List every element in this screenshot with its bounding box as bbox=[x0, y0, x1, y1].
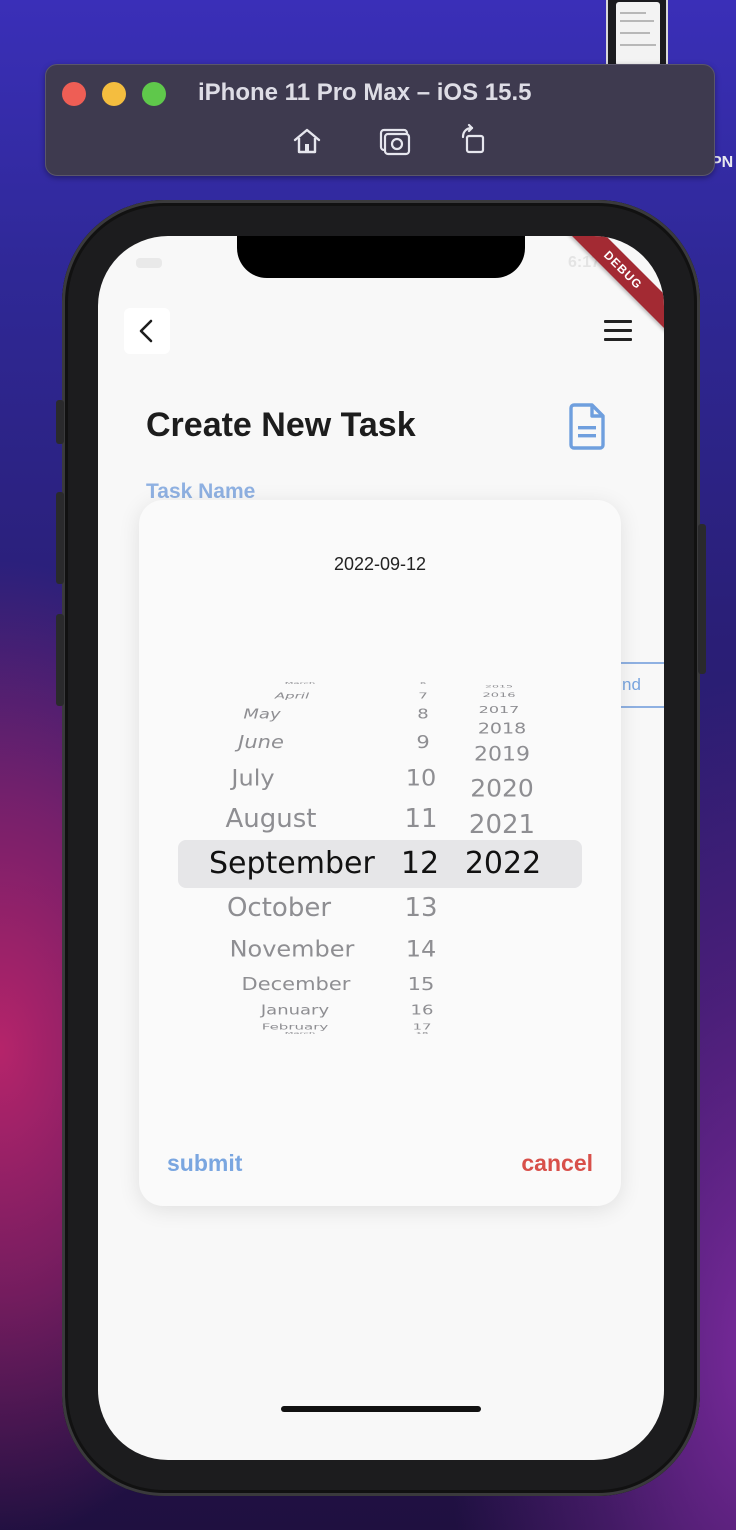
debug-banner: DEBUG bbox=[561, 236, 664, 332]
day-item[interactable]: 14 bbox=[401, 936, 441, 962]
year-item[interactable]: 2021 bbox=[463, 810, 541, 840]
date-picker-dialog: 2022-09-12 March April May June July Aug… bbox=[139, 500, 621, 1206]
month-item[interactable]: November bbox=[217, 936, 367, 962]
hamburger-icon bbox=[604, 320, 632, 341]
mute-switch bbox=[56, 400, 64, 444]
app-screen: 6:17 DEBUG Create New Task Task Name nd bbox=[98, 236, 664, 1460]
home-indicator[interactable] bbox=[281, 1406, 481, 1412]
year-item[interactable]: 2018 bbox=[467, 720, 537, 737]
year-item[interactable]: 2017 bbox=[467, 704, 531, 716]
screenshot-button[interactable] bbox=[377, 123, 413, 159]
simulator-toolbar: iPhone 11 Pro Max – iOS 15.5 bbox=[45, 64, 715, 176]
chevron-left-icon bbox=[139, 319, 153, 343]
day-item[interactable]: 7 bbox=[408, 691, 438, 701]
thumbnail-line bbox=[620, 20, 654, 22]
signal-indicator bbox=[136, 258, 162, 268]
year-item[interactable]: 2016 bbox=[467, 692, 531, 699]
volume-up-button bbox=[56, 492, 64, 584]
minimize-window-button[interactable] bbox=[102, 82, 126, 106]
thumbnail-line bbox=[620, 32, 650, 34]
selected-date-text: 2022-09-12 bbox=[333, 554, 427, 574]
rotate-icon bbox=[461, 123, 485, 154]
month-item[interactable]: June bbox=[201, 732, 321, 752]
year-item[interactable]: 2015 bbox=[467, 685, 531, 689]
phone-frame: 6:17 DEBUG Create New Task Task Name nd bbox=[56, 200, 706, 1496]
year-item[interactable]: 2019 bbox=[465, 743, 539, 766]
month-item[interactable]: March bbox=[240, 1032, 360, 1035]
zoom-window-button[interactable] bbox=[142, 82, 166, 106]
home-button[interactable] bbox=[289, 123, 325, 159]
month-item[interactable]: April bbox=[232, 691, 352, 701]
volume-down-button bbox=[56, 614, 64, 706]
simulator-title: iPhone 11 Pro Max – iOS 15.5 bbox=[198, 79, 532, 106]
day-item[interactable]: 11 bbox=[401, 804, 441, 833]
month-item-selected[interactable]: September bbox=[209, 846, 375, 881]
day-item[interactable]: 13 bbox=[401, 893, 441, 922]
month-item[interactable]: December bbox=[225, 974, 367, 994]
document-icon bbox=[569, 403, 605, 450]
thumbnail-preview bbox=[616, 2, 660, 66]
menu-button[interactable] bbox=[604, 320, 632, 344]
month-item[interactable]: May bbox=[202, 707, 322, 722]
page-title: Create New Task bbox=[146, 406, 416, 444]
window-thumbnail[interactable] bbox=[606, 0, 668, 70]
day-item[interactable]: 18 bbox=[407, 1032, 437, 1035]
day-item[interactable]: 15 bbox=[403, 974, 439, 994]
month-item[interactable]: October bbox=[209, 893, 349, 922]
thumbnail-line bbox=[620, 44, 656, 46]
screenshot-icon bbox=[379, 128, 411, 156]
day-item[interactable]: 10 bbox=[401, 765, 441, 791]
document-button[interactable] bbox=[568, 402, 606, 450]
day-item[interactable]: 17 bbox=[407, 1022, 437, 1032]
back-button[interactable] bbox=[124, 308, 170, 354]
month-item[interactable]: March bbox=[240, 682, 360, 685]
thumbnail-line bbox=[620, 12, 646, 14]
month-item[interactable]: February bbox=[235, 1022, 355, 1032]
submit-button[interactable]: submit bbox=[167, 1150, 242, 1177]
power-button bbox=[698, 524, 706, 674]
rotate-button[interactable] bbox=[456, 123, 492, 159]
close-window-button[interactable] bbox=[62, 82, 86, 106]
day-item[interactable]: 8 bbox=[408, 707, 438, 722]
cancel-button[interactable]: cancel bbox=[521, 1150, 593, 1177]
day-item[interactable]: 6 bbox=[408, 682, 438, 685]
day-item[interactable]: 16 bbox=[405, 1003, 439, 1018]
home-icon bbox=[293, 128, 321, 154]
year-item-selected[interactable]: 2022 bbox=[459, 846, 547, 881]
day-item-selected[interactable]: 12 bbox=[397, 846, 443, 881]
month-item[interactable]: August bbox=[211, 804, 331, 833]
month-item[interactable]: July bbox=[193, 765, 313, 791]
month-item[interactable]: January bbox=[235, 1003, 355, 1018]
device-notch bbox=[237, 236, 525, 278]
year-item[interactable]: 2020 bbox=[463, 775, 541, 803]
day-item[interactable]: 9 bbox=[408, 732, 438, 752]
